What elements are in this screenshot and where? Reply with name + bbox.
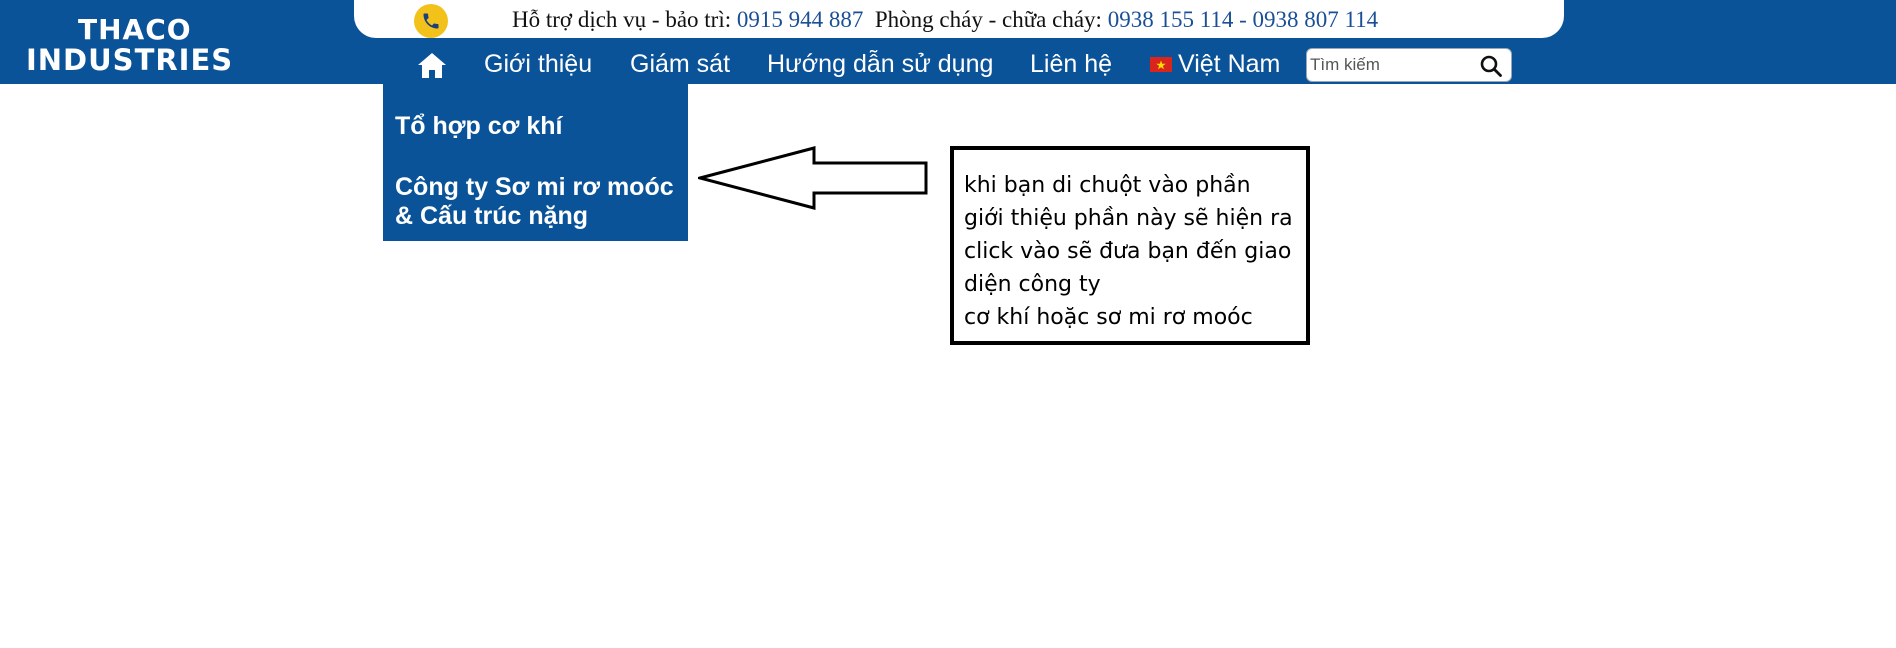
phone-icon bbox=[414, 4, 448, 38]
search-box bbox=[1306, 48, 1512, 82]
nav-item-giam-sat[interactable]: Giám sát bbox=[630, 48, 730, 80]
service-number[interactable]: 0915 944 887 bbox=[737, 7, 864, 32]
nav-item-lien-he[interactable]: Liên hệ bbox=[1030, 48, 1112, 80]
dropdown-item-to-hop-co-khi[interactable]: Tổ hợp cơ khí bbox=[395, 112, 563, 141]
nav-item-huong-dan[interactable]: Hướng dẫn sử dụng bbox=[767, 48, 993, 80]
search-input[interactable] bbox=[1307, 49, 1470, 81]
pointer-arrow bbox=[698, 146, 928, 210]
callout-line: khi bạn di chuột vào phần bbox=[964, 173, 1251, 198]
gioi-thieu-dropdown: Tổ hợp cơ khí Công ty Sơ mi rơ moóc & Cấ… bbox=[383, 84, 688, 241]
site-header: THACO INDUSTRIES Hỗ trợ dịch vụ - bảo tr… bbox=[0, 0, 1896, 84]
fire-numbers[interactable]: 0938 155 114 - 0938 807 114 bbox=[1108, 7, 1378, 32]
annotation-callout: khi bạn di chuột vào phần giới thiệu phầ… bbox=[950, 146, 1310, 345]
language-selector[interactable]: Việt Nam bbox=[1178, 48, 1280, 80]
hotline-text: Hỗ trợ dịch vụ - bảo trì: 0915 944 887 P… bbox=[512, 6, 1378, 34]
callout-line: diện công ty bbox=[964, 272, 1101, 297]
vietnam-flag-icon bbox=[1150, 57, 1172, 72]
home-icon[interactable] bbox=[416, 50, 448, 80]
nav-item-gioi-thieu[interactable]: Giới thiệu bbox=[484, 48, 592, 80]
callout-line: click vào sẽ đưa bạn đến giao bbox=[964, 239, 1292, 264]
callout-line: giới thiệu phần này sẽ hiện ra bbox=[964, 206, 1293, 231]
callout-line: cơ khí hoặc sơ mi rơ moóc bbox=[964, 305, 1253, 330]
logo-line2: INDUSTRIES bbox=[26, 43, 234, 77]
thaco-industries-logo[interactable]: THACO INDUSTRIES bbox=[26, 13, 266, 77]
hotline-bar: Hỗ trợ dịch vụ - bảo trì: 0915 944 887 P… bbox=[354, 0, 1564, 38]
dropdown-item-so-mi-ro-mooc[interactable]: Công ty Sơ mi rơ moóc bbox=[395, 173, 674, 202]
fire-label: Phòng cháy - chữa cháy: bbox=[874, 7, 1102, 32]
logo-line1: THACO bbox=[78, 13, 192, 46]
search-icon[interactable] bbox=[1479, 54, 1503, 78]
dropdown-item-cau-truc-nang[interactable]: & Cấu trúc nặng bbox=[395, 202, 588, 231]
service-label: Hỗ trợ dịch vụ - bảo trì: bbox=[512, 7, 732, 32]
